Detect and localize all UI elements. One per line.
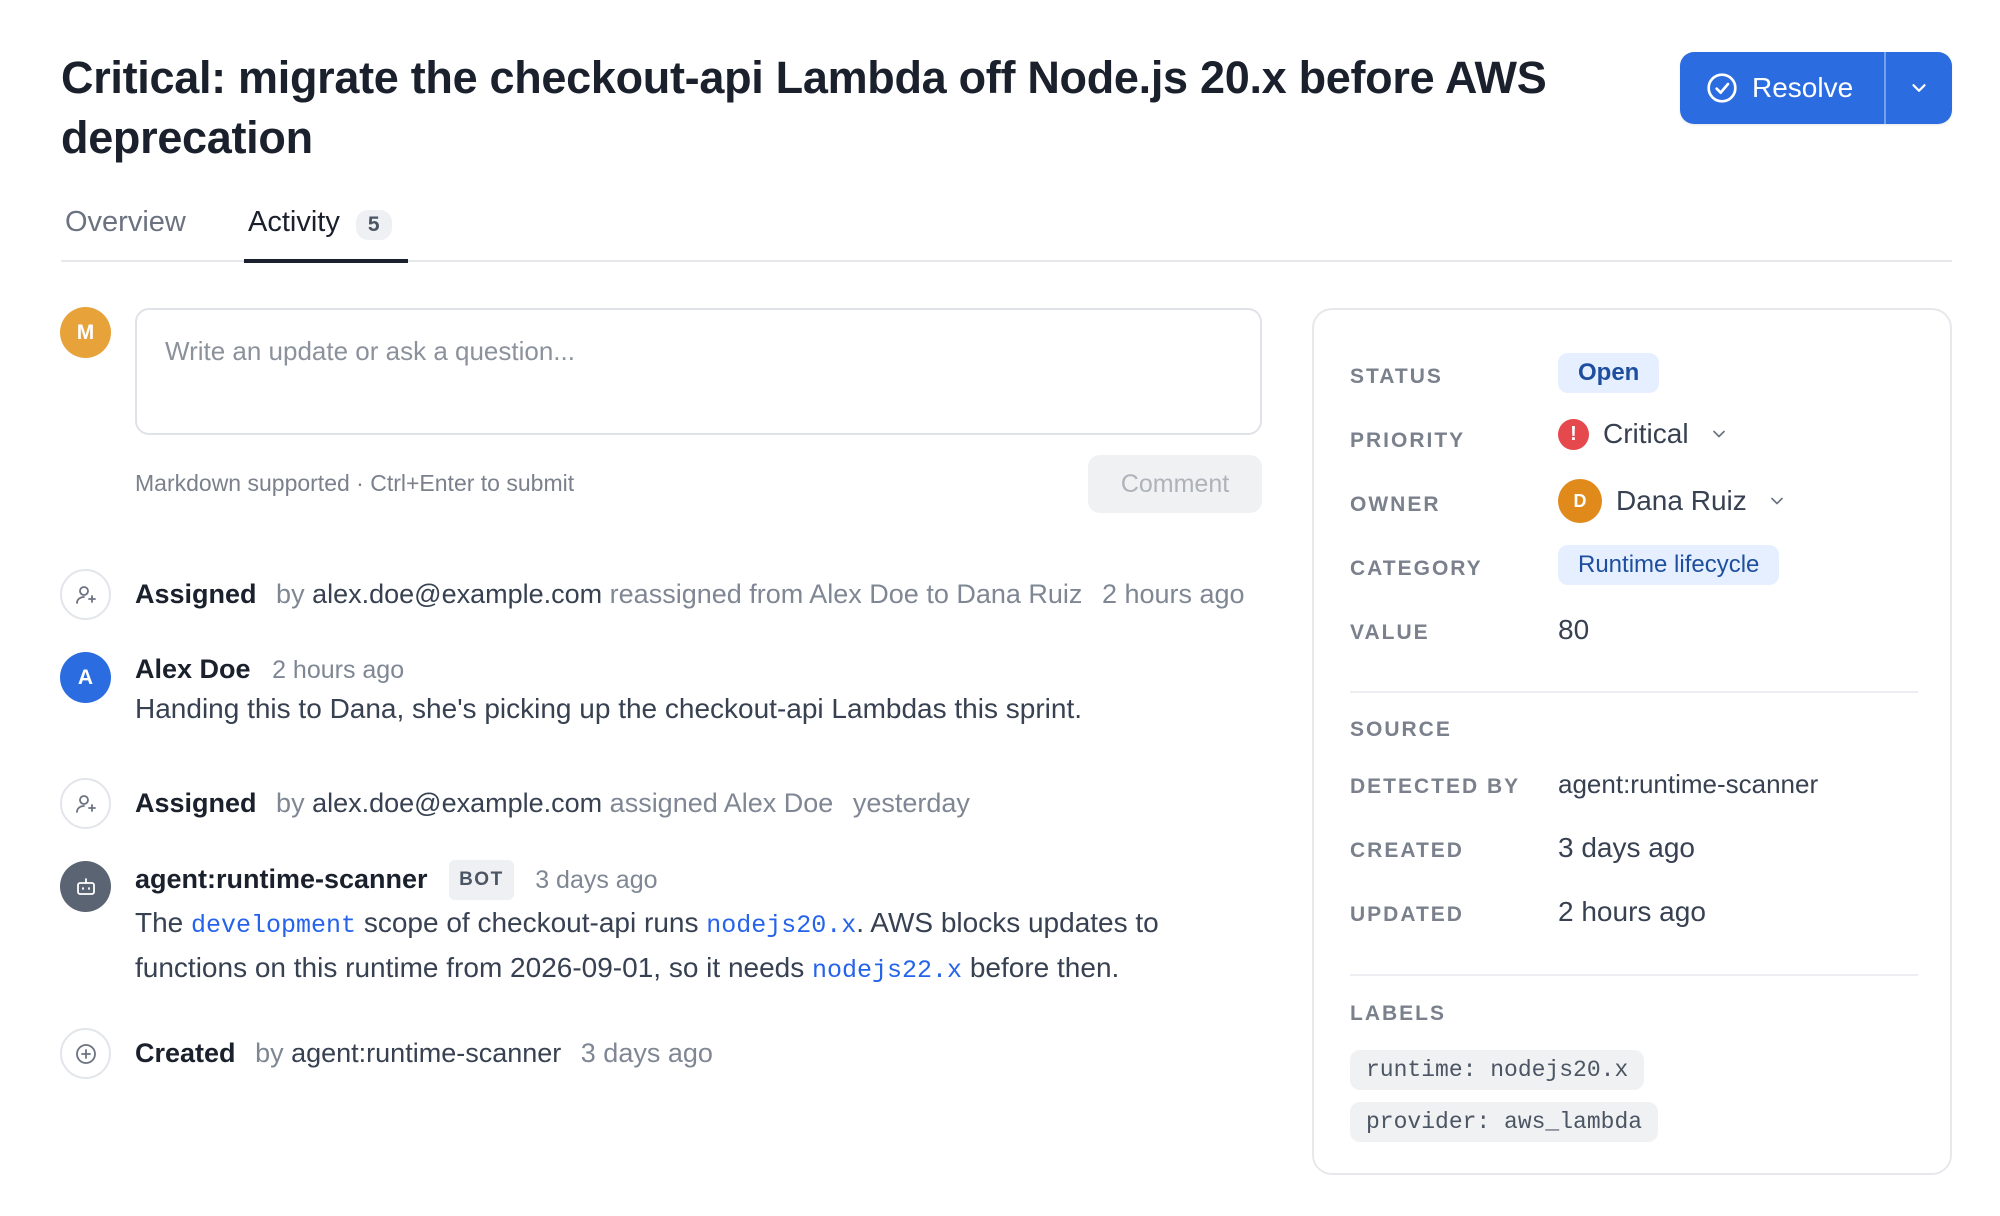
text: before then. [962, 952, 1120, 983]
assign-user-icon [60, 778, 111, 829]
chevron-down-icon [1912, 84, 1926, 92]
owner-label: OWNER [1350, 493, 1441, 516]
check-circle-icon [1707, 73, 1737, 103]
event-detail: reassigned from Alex Doe to Dana Ruiz [609, 579, 1083, 609]
status-field[interactable]: Open [1558, 353, 1660, 393]
comment-time: 3 days ago [535, 866, 658, 894]
updated-label: UPDATED [1350, 903, 1464, 926]
category-label: CATEGORY [1350, 557, 1483, 580]
resolve-dropdown-toggle[interactable] [1886, 52, 1952, 124]
assign-user-icon [60, 569, 111, 620]
resolve-button-group: Resolve [1680, 52, 1952, 124]
tab-activity-label: Activity [248, 206, 340, 238]
event-time: 2 hours ago [1101, 579, 1245, 609]
priority-label: PRIORITY [1350, 429, 1466, 452]
activity-item-assigned-2: Assigned by alex.doe@example.com assigne… [135, 786, 970, 820]
owner-value: Dana Ruiz [1616, 485, 1747, 516]
text: The [135, 907, 192, 938]
event-action: Assigned [135, 579, 257, 609]
event-actor[interactable]: agent:runtime-scanner [291, 1038, 561, 1068]
event-actor[interactable]: alex.doe@example.com [312, 579, 602, 609]
labels-heading: LABELS [1350, 1002, 1446, 1025]
divider [1350, 691, 1918, 693]
event-by: by [276, 788, 305, 818]
status-badge: Open [1558, 353, 1660, 393]
label-chip[interactable]: runtime: nodejs20.x [1350, 1050, 1645, 1090]
current-user-avatar: M [60, 307, 111, 358]
created-label: CREATED [1350, 839, 1464, 862]
chevron-down-icon [1712, 430, 1725, 438]
author-avatar: A [60, 652, 111, 703]
text: functions on this runtime from 2026-09-0… [135, 952, 813, 983]
resolve-button[interactable]: Resolve [1680, 52, 1884, 124]
value-field: 80 [1558, 614, 1590, 645]
owner-select[interactable]: D Dana Ruiz [1558, 479, 1787, 523]
comment-header: Alex Doe 2 hours ago [135, 652, 404, 687]
event-time: 3 days ago [580, 1038, 713, 1068]
detected-by-value: agent:runtime-scanner [1558, 769, 1819, 799]
event-actor[interactable]: alex.doe@example.com [312, 788, 602, 818]
detected-by-label: DETECTED BY [1350, 775, 1521, 798]
text: . AWS blocks updates to [856, 907, 1159, 938]
value-label: VALUE [1350, 621, 1430, 644]
comment-button[interactable]: Comment [1088, 455, 1262, 513]
event-time: yesterday [852, 788, 970, 818]
composer-helper-text: Markdown supported · Ctrl+Enter to submi… [135, 470, 575, 496]
resolve-label: Resolve [1752, 72, 1854, 103]
category-badge: Runtime lifecycle [1558, 545, 1780, 585]
event-by: by [255, 1038, 284, 1068]
comment-author[interactable]: Alex Doe [135, 654, 251, 684]
text: scope of checkout-api runs [356, 907, 707, 938]
code-snippet: development [191, 911, 357, 940]
bot-comment-header: agent:runtime-scanner BOT 3 days ago [135, 860, 658, 900]
comment-input[interactable]: Write an update or ask a question... [135, 308, 1262, 435]
divider [1350, 974, 1918, 976]
code-snippet: nodejs20.x [706, 911, 857, 940]
activity-count-badge: 5 [355, 210, 392, 240]
event-action: Assigned [135, 788, 257, 818]
comment-author[interactable]: agent:runtime-scanner [135, 864, 428, 894]
comment-time: 2 hours ago [272, 656, 405, 684]
chevron-down-icon [1770, 497, 1783, 505]
activity-item-assigned-1: Assigned by alex.doe@example.com reassig… [135, 577, 1245, 611]
bot-badge: BOT [449, 860, 514, 900]
owner-avatar: D [1558, 479, 1602, 523]
critical-alert-icon: ! [1558, 418, 1589, 450]
created-plus-icon [60, 1028, 111, 1079]
source-heading: SOURCE [1350, 718, 1452, 741]
event-action: Created [135, 1038, 236, 1068]
comment-body: Handing this to Dana, she's picking up t… [135, 693, 1082, 724]
tab-overview-label: Overview [65, 206, 186, 238]
status-label: STATUS [1350, 365, 1443, 388]
tab-overview[interactable]: Overview [65, 190, 186, 262]
code-snippet: nodejs22.x [812, 956, 963, 985]
page-title: Critical: migrate the checkout-api Lambd… [61, 52, 1547, 163]
priority-value: Critical [1603, 418, 1689, 449]
priority-select[interactable]: ! Critical [1558, 418, 1729, 450]
properties-panel: STATUS Open PRIORITY ! Critical OWNER D … [1312, 308, 1952, 1175]
bot-comment-body: The development scope of checkout-api ru… [135, 902, 1265, 992]
updated-value: 2 hours ago [1558, 896, 1706, 927]
robot-icon [76, 877, 95, 895]
category-field[interactable]: Runtime lifecycle [1558, 545, 1780, 585]
event-detail: assigned Alex Doe [609, 788, 834, 818]
event-by: by [276, 579, 305, 609]
tab-bar: Overview Activity 5 [61, 190, 1952, 263]
created-value: 3 days ago [1558, 832, 1695, 863]
tab-activity[interactable]: Activity 5 [244, 190, 408, 263]
label-chip[interactable]: provider: aws_lambda [1350, 1102, 1659, 1142]
activity-item-created: Created by agent:runtime-scanner 3 days … [135, 1036, 713, 1070]
bot-avatar [60, 861, 111, 912]
